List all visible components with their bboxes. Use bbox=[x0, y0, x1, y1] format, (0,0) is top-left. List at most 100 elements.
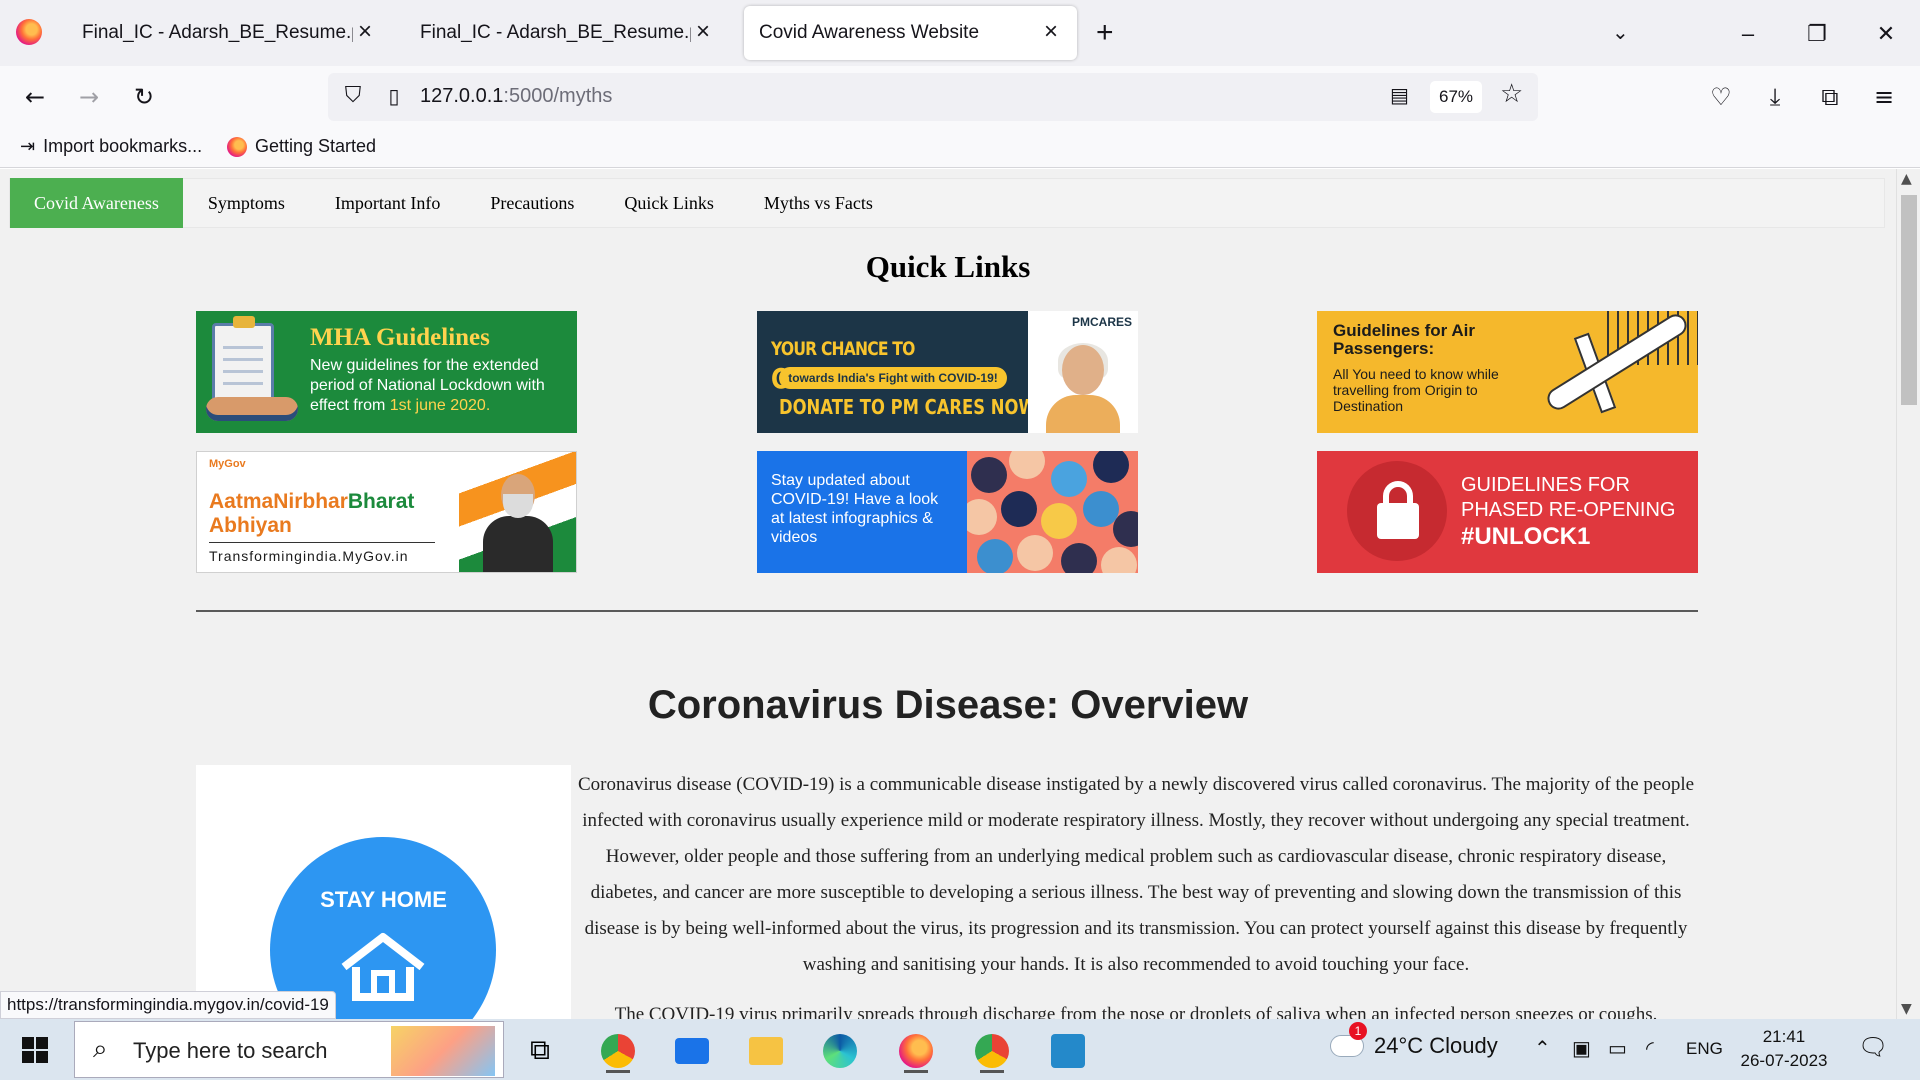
cloud-icon: 1 bbox=[1330, 1022, 1367, 1057]
chrome-profile-taskbar-icon[interactable] bbox=[968, 1027, 1016, 1073]
pm-portrait-image bbox=[483, 474, 553, 572]
tracking-protection-icon[interactable]: ⛉ bbox=[338, 81, 368, 111]
windows-start-icon[interactable] bbox=[22, 1037, 48, 1063]
bookmarks-toolbar: ⇥ Import bookmarks... Getting Started bbox=[0, 128, 1920, 168]
tab-covid-awareness[interactable]: Covid Awareness Website × bbox=[744, 6, 1077, 60]
infographics-banner[interactable]: Stay updated about COVID-19! Have a look… bbox=[757, 451, 1138, 573]
aatmanirbhar-banner[interactable]: MyGov AatmaNirbharBharat Abhiyan Transfor… bbox=[196, 451, 577, 573]
clock-date: 26-07-2023 bbox=[1740, 1051, 1828, 1070]
reload-icon[interactable]: ↻ bbox=[127, 80, 161, 114]
scroll-up-icon[interactable]: ▲ bbox=[1901, 171, 1912, 187]
banner-url: Transformingindia.MyGov.in bbox=[209, 548, 409, 564]
banner-pill: towards India's Fight with COVID-19! bbox=[779, 367, 1007, 389]
zoom-indicator[interactable]: 67% bbox=[1430, 81, 1482, 113]
nav-symptoms[interactable]: Symptoms bbox=[183, 179, 310, 227]
house-icon bbox=[341, 933, 425, 1001]
pm-portrait-image: PMCARES bbox=[1028, 311, 1138, 433]
nav-covid-awareness[interactable]: Covid Awareness bbox=[10, 178, 183, 228]
overview-paragraph: Coronavirus disease (COVID-19) is a comm… bbox=[577, 774, 1695, 975]
meet-now-icon[interactable]: ▣ bbox=[1572, 1036, 1591, 1061]
minimize-icon[interactable]: – bbox=[1728, 14, 1768, 54]
taskbar-search-box[interactable]: ⌕ Type here to search bbox=[74, 1021, 504, 1078]
url-bar[interactable]: ⛉ ▯ 127.0.0.1:5000/myths ▤ 67% ☆ bbox=[328, 73, 1538, 121]
weather-widget[interactable]: 1 24°C Cloudy bbox=[1330, 1022, 1498, 1059]
close-tab-icon[interactable]: × bbox=[353, 20, 377, 45]
scroll-down-icon[interactable]: ▼ bbox=[1901, 1001, 1912, 1017]
file-explorer-taskbar-icon[interactable] bbox=[742, 1027, 790, 1073]
lock-body-icon bbox=[1377, 503, 1419, 539]
banner-title: Guidelines for Air Passengers: bbox=[1333, 321, 1476, 358]
tab-label: Final_IC - Adarsh_BE_Resume.pdf bbox=[420, 22, 691, 43]
windows-taskbar: ⌕ Type here to search ⧉ 1 24°C Cloudy ⌃ … bbox=[0, 1019, 1920, 1080]
vscode-taskbar-icon[interactable] bbox=[1044, 1027, 1092, 1073]
tab-label: Final_IC - Adarsh_BE_Resume.pdf bbox=[82, 22, 353, 43]
nav-important-info[interactable]: Important Info bbox=[310, 179, 465, 227]
mail-taskbar-icon[interactable] bbox=[668, 1027, 716, 1073]
edge-taskbar-icon[interactable] bbox=[816, 1027, 864, 1073]
tab-strip: Final_IC - Adarsh_BE_Resume.pdf × Final_… bbox=[0, 0, 1920, 66]
new-tab-button[interactable]: + bbox=[1096, 18, 1114, 48]
banner-text: All You need to know while travelling fr… bbox=[1333, 366, 1499, 414]
back-icon[interactable]: ← bbox=[18, 80, 52, 114]
navigation-toolbar: ← → ↻ ⛉ ▯ 127.0.0.1:5000/myths ▤ 67% ☆ ♡… bbox=[0, 66, 1920, 128]
task-view-icon[interactable]: ⧉ bbox=[516, 1027, 564, 1073]
pm-cares-banner[interactable]: YOUR CHANCE TO CONTRIBUTE towards India'… bbox=[757, 311, 1138, 433]
forward-icon[interactable]: → bbox=[72, 80, 106, 114]
clock[interactable]: 21:41 26-07-2023 bbox=[1736, 1025, 1832, 1073]
menu-icon[interactable]: ≡ bbox=[1867, 80, 1901, 114]
extensions-icon[interactable]: ⧉ bbox=[1813, 80, 1847, 114]
status-link-url: https://transformingindia.mygov.in/covid… bbox=[0, 991, 336, 1019]
banner-text: GUIDELINES FOR PHASED RE-OPENING bbox=[1461, 474, 1676, 521]
page-viewport: Covid Awareness Symptoms Important Info … bbox=[0, 169, 1896, 1019]
mha-guidelines-banner[interactable]: MHA Guidelines New guidelines for the ex… bbox=[196, 311, 577, 433]
notification-center-icon[interactable]: 🗨 bbox=[1858, 1033, 1888, 1061]
signing-hand-icon bbox=[206, 397, 298, 421]
firefox-taskbar-icon[interactable] bbox=[892, 1027, 940, 1073]
firefox-logo-icon[interactable] bbox=[16, 19, 42, 45]
reader-view-icon[interactable]: ▤ bbox=[1390, 83, 1409, 107]
bookmark-star-icon[interactable]: ☆ bbox=[1500, 79, 1523, 109]
close-tab-icon[interactable]: × bbox=[691, 20, 715, 45]
air-passengers-banner[interactable]: Guidelines for Air Passengers: All You n… bbox=[1317, 311, 1698, 433]
nav-quick-links[interactable]: Quick Links bbox=[599, 179, 739, 227]
bookmark-getting-started[interactable]: Getting Started bbox=[227, 136, 376, 157]
wifi-icon[interactable]: ◜ bbox=[1646, 1036, 1654, 1061]
page-info-icon[interactable]: ▯ bbox=[380, 81, 408, 111]
pocket-icon[interactable]: ♡ bbox=[1704, 80, 1738, 114]
site-navbar: Covid Awareness Symptoms Important Info … bbox=[9, 178, 1885, 228]
close-tab-icon[interactable]: × bbox=[1039, 20, 1063, 45]
tab-resume-1[interactable]: Final_IC - Adarsh_BE_Resume.pdf × bbox=[67, 6, 391, 60]
weather-text: 24°C Cloudy bbox=[1374, 1033, 1498, 1058]
downloads-icon[interactable]: ⤓ bbox=[1758, 80, 1792, 114]
people-illustration bbox=[967, 451, 1138, 573]
banner-title: MHA Guidelines bbox=[310, 324, 490, 351]
page-scrollbar[interactable]: ▲ ▼ bbox=[1896, 169, 1920, 1019]
nav-precautions[interactable]: Precautions bbox=[465, 179, 599, 227]
banner-text: Stay updated about COVID-19! Have a look… bbox=[771, 472, 939, 546]
scroll-thumb[interactable] bbox=[1901, 195, 1917, 405]
section-divider bbox=[196, 610, 1698, 612]
chrome-taskbar-icon[interactable] bbox=[594, 1027, 642, 1073]
tab-label: Covid Awareness Website bbox=[759, 22, 980, 43]
stay-home-image: STAY HOME bbox=[196, 765, 571, 1019]
pm-cares-logo: PMCARES bbox=[1072, 315, 1133, 329]
url-text[interactable]: 127.0.0.1:5000/myths bbox=[420, 85, 612, 108]
overview-paragraph-2: The COVID-19 virus primarily spreads thr… bbox=[614, 1004, 1658, 1019]
banner-cta: DONATE TO PM CARES NOW! bbox=[779, 395, 1045, 419]
nav-myths-vs-facts[interactable]: Myths vs Facts bbox=[739, 179, 898, 227]
import-icon: ⇥ bbox=[20, 136, 36, 156]
close-window-icon[interactable]: ✕ bbox=[1866, 14, 1906, 54]
battery-icon[interactable]: ▭ bbox=[1608, 1036, 1627, 1061]
language-indicator[interactable]: ENG bbox=[1686, 1039, 1723, 1059]
bookmark-import[interactable]: ⇥ Import bookmarks... bbox=[20, 136, 202, 157]
list-all-tabs-icon[interactable]: ⌄ bbox=[1612, 20, 1629, 44]
banner-text: New guidelines for the extended period o… bbox=[310, 357, 545, 414]
tab-resume-2[interactable]: Final_IC - Adarsh_BE_Resume.pdf × bbox=[405, 6, 729, 60]
banner-title: AatmaNirbharBharat Abhiyan bbox=[209, 490, 415, 537]
show-hidden-icons-icon[interactable]: ⌃ bbox=[1534, 1036, 1551, 1061]
quick-links-heading: Quick Links bbox=[865, 249, 1031, 284]
clock-time: 21:41 bbox=[1762, 1027, 1806, 1046]
unlock1-banner[interactable]: GUIDELINES FOR PHASED RE-OPENING #UNLOCK… bbox=[1317, 451, 1698, 573]
restore-icon[interactable]: ❐ bbox=[1797, 14, 1837, 54]
search-icon: ⌕ bbox=[93, 1034, 108, 1064]
